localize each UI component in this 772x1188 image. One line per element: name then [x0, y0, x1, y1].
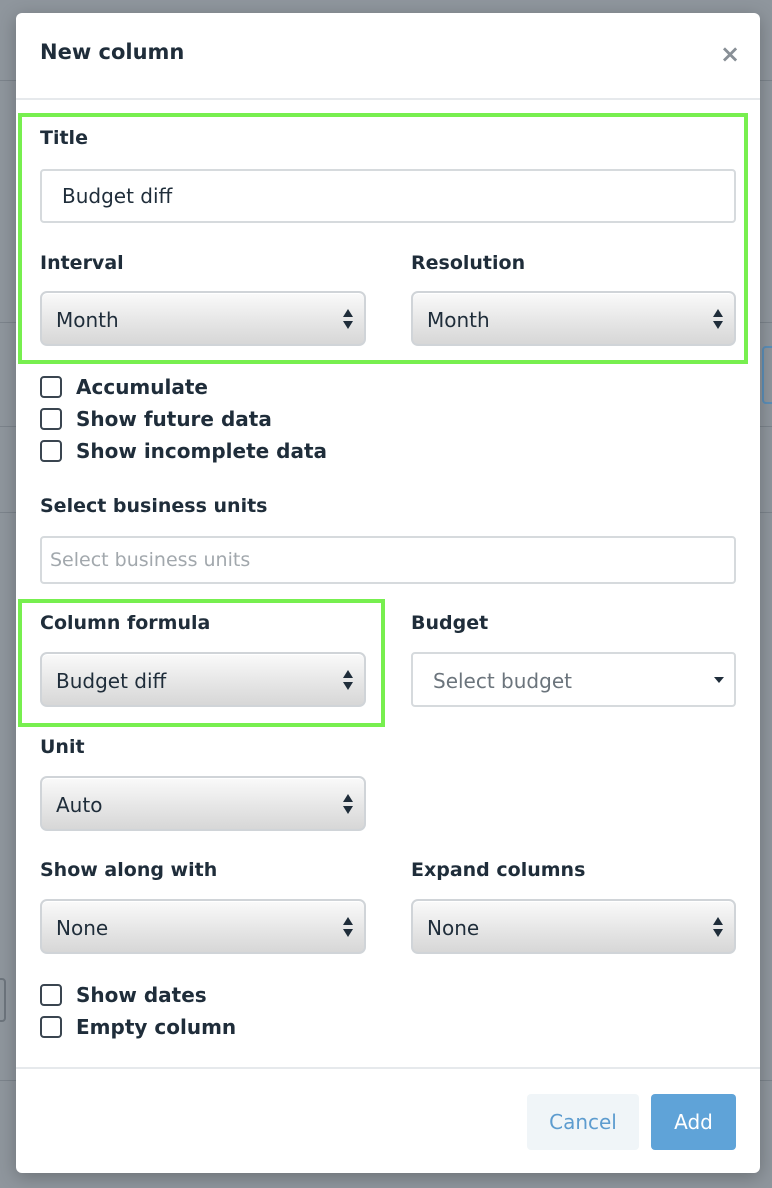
column-formula-label: Column formula	[40, 612, 211, 634]
resolution-label: Resolution	[411, 252, 526, 274]
budget-dropdown[interactable]: Select budget	[411, 652, 736, 707]
select-arrows-icon	[343, 670, 353, 690]
show-along-with-select[interactable]: None	[40, 899, 366, 954]
cancel-button[interactable]: Cancel	[527, 1094, 639, 1150]
close-button[interactable]: ×	[718, 39, 742, 69]
resolution-select[interactable]: Month	[411, 291, 736, 346]
interval-select[interactable]: Month	[40, 291, 366, 346]
title-input[interactable]	[40, 169, 736, 223]
close-icon: ×	[719, 40, 741, 68]
unit-value: Auto	[56, 793, 103, 817]
select-arrows-icon	[343, 309, 353, 329]
resolution-value: Month	[427, 308, 490, 332]
checkbox-label: Accumulate	[76, 375, 208, 399]
add-button[interactable]: Add	[651, 1094, 736, 1150]
checkbox-label: Show future data	[76, 407, 272, 431]
interval-label: Interval	[40, 252, 124, 274]
checkbox-label: Show incomplete data	[76, 439, 328, 463]
background-element	[0, 978, 6, 1022]
select-arrows-icon	[713, 917, 723, 937]
expand-columns-label: Expand columns	[411, 859, 586, 881]
checkbox-box[interactable]	[40, 440, 62, 462]
checkbox-label: Show dates	[76, 983, 207, 1007]
modal-title: New column	[40, 40, 185, 64]
interval-value: Month	[56, 308, 119, 332]
title-label: Title	[40, 127, 88, 149]
column-formula-select[interactable]: Budget diff	[40, 652, 366, 707]
checkbox-label: Empty column	[76, 1015, 237, 1039]
select-arrows-icon	[343, 917, 353, 937]
select-arrows-icon	[343, 794, 353, 814]
business-units-input[interactable]	[40, 536, 736, 584]
budget-placeholder: Select budget	[433, 669, 572, 693]
checkbox-box[interactable]	[40, 984, 62, 1006]
unit-label: Unit	[40, 736, 85, 758]
expand-columns-value: None	[427, 916, 480, 940]
modal-header: New column ×	[16, 13, 760, 100]
select-arrows-icon	[713, 309, 723, 329]
expand-columns-select[interactable]: None	[411, 899, 736, 954]
checkbox-box[interactable]	[40, 376, 62, 398]
new-column-modal: New column × Title Interval Month Resolu…	[16, 13, 760, 1173]
show-along-with-value: None	[56, 916, 109, 940]
checkbox-box[interactable]	[40, 408, 62, 430]
column-formula-value: Budget diff	[56, 669, 167, 693]
business-units-label: Select business units	[40, 495, 268, 517]
footer-divider	[16, 1067, 760, 1069]
show-along-with-label: Show along with	[40, 859, 218, 881]
budget-label: Budget	[411, 612, 489, 634]
background-element	[762, 346, 772, 404]
unit-select[interactable]: Auto	[40, 776, 366, 831]
checkbox-box[interactable]	[40, 1016, 62, 1038]
caret-down-icon	[714, 677, 724, 683]
